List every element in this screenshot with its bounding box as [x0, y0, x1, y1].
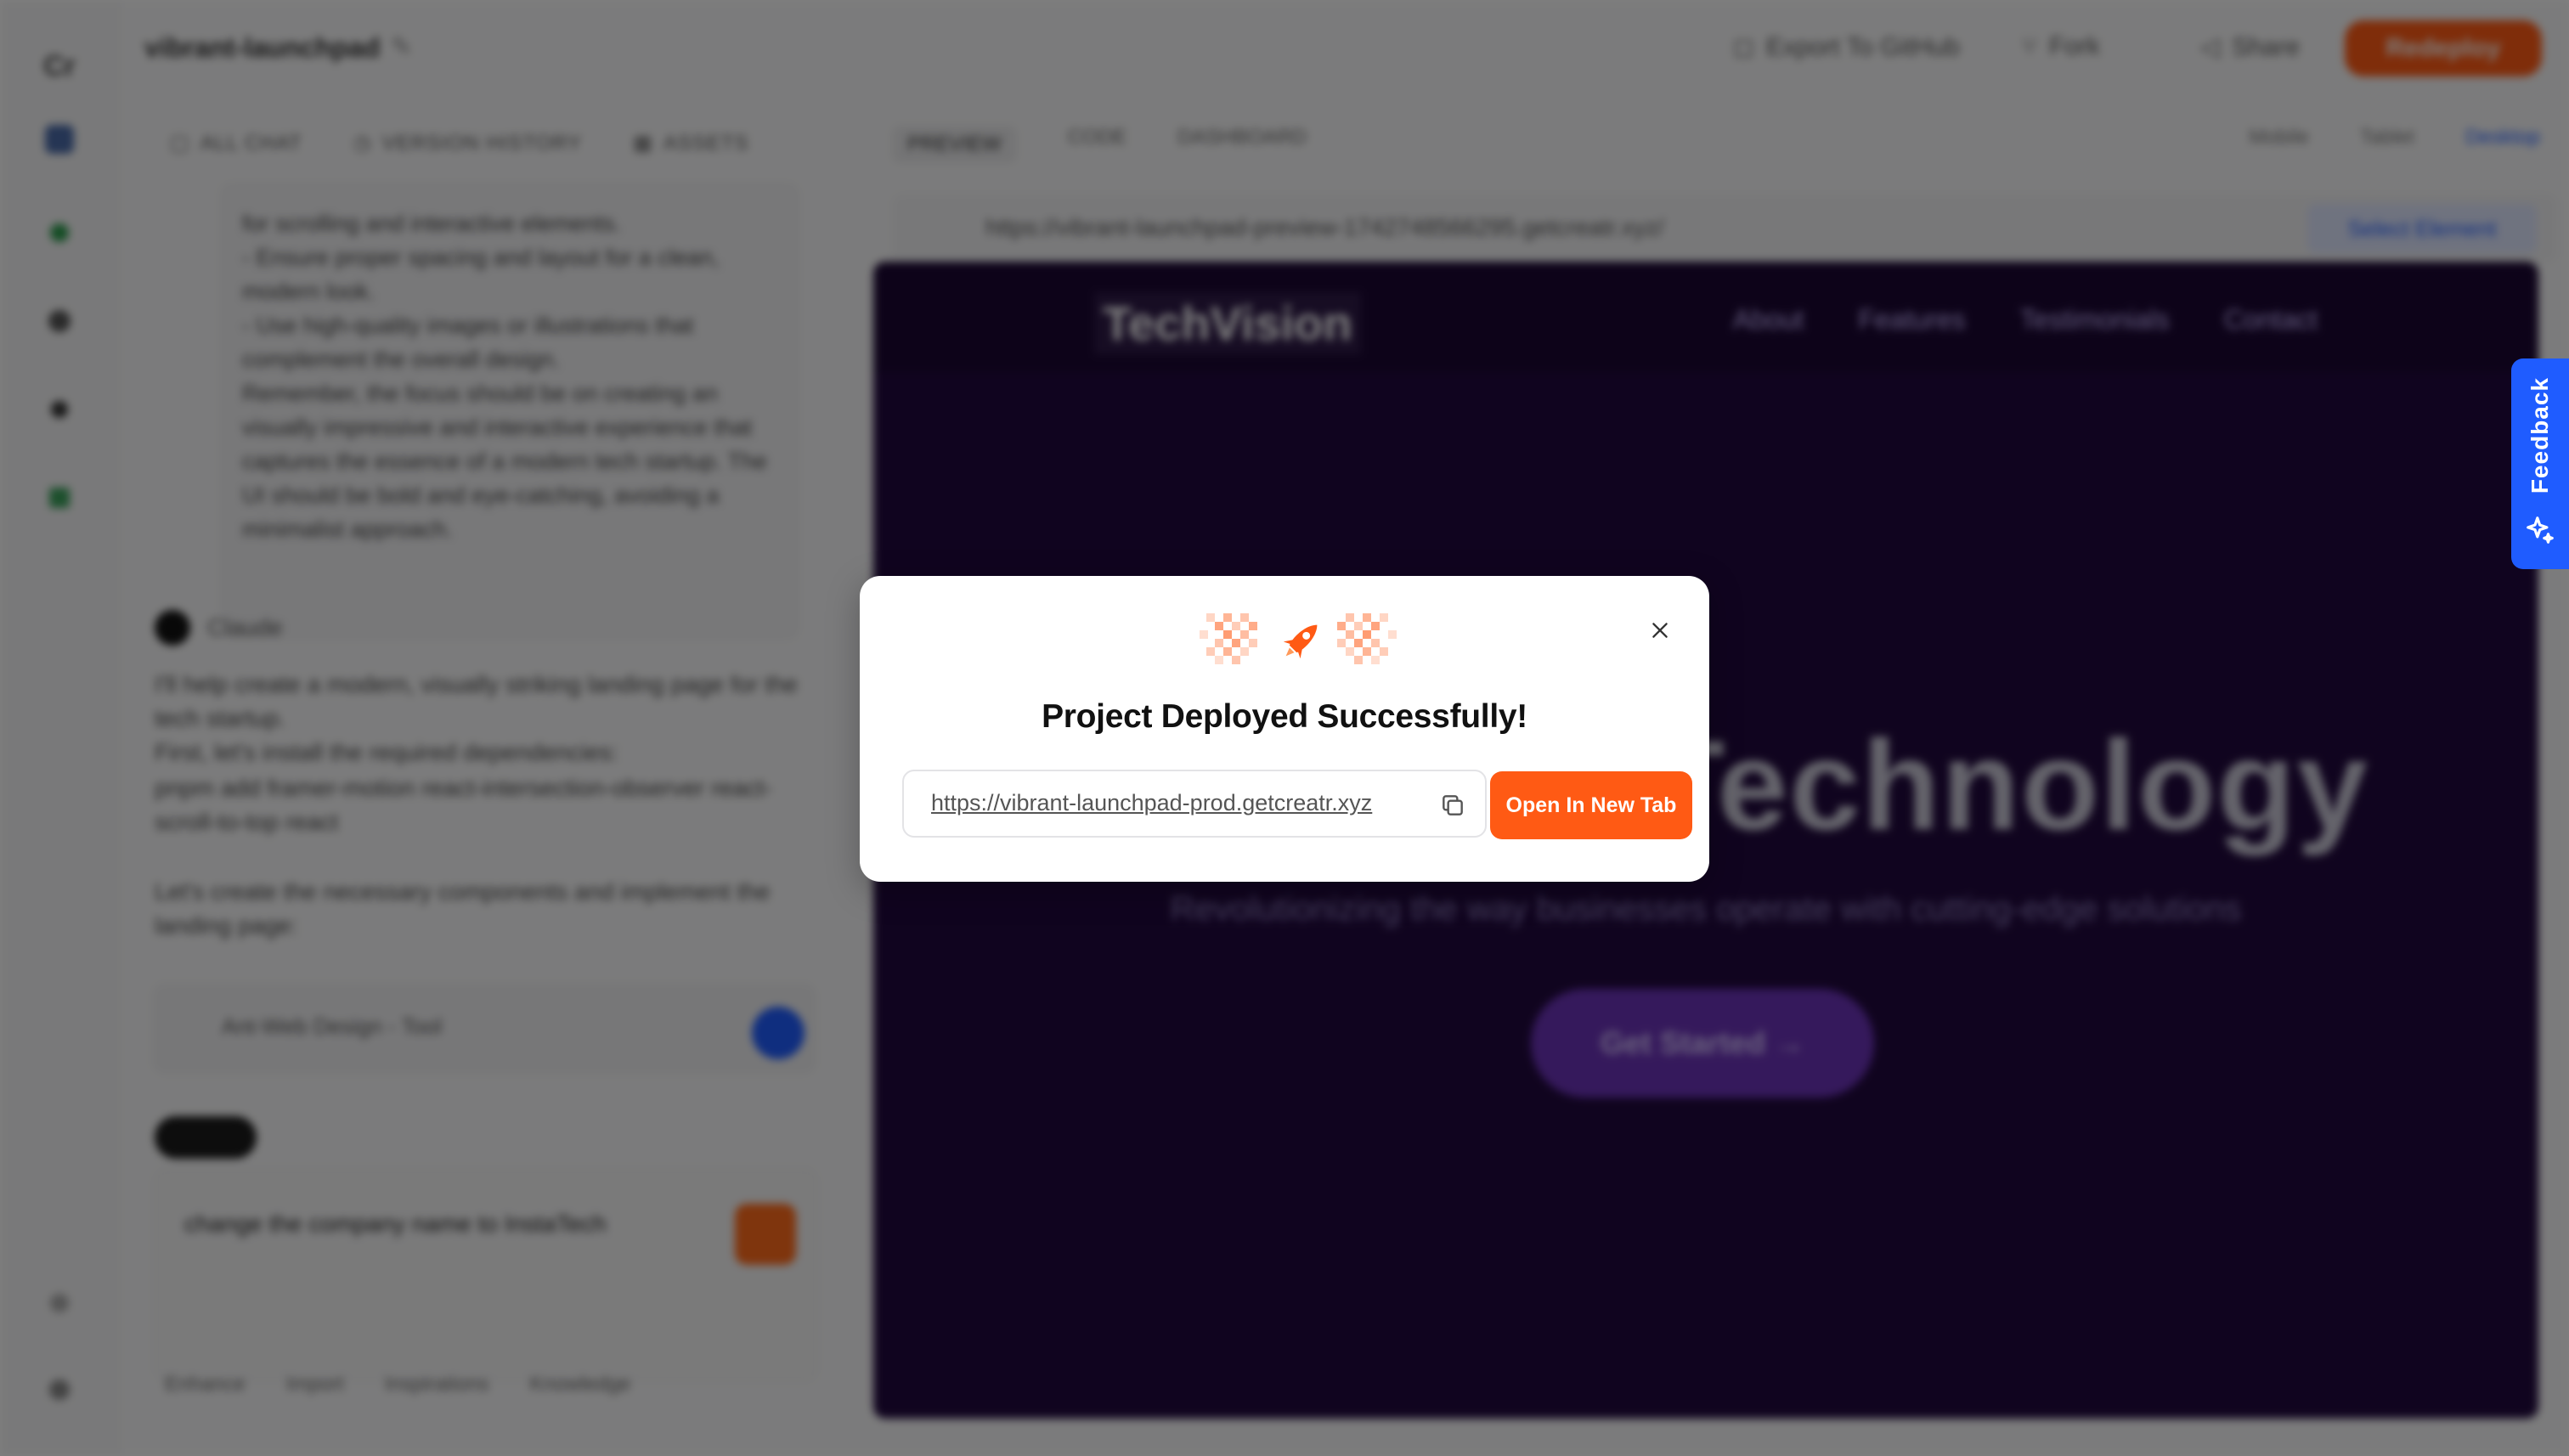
rocket-icon — [1200, 613, 1403, 668]
deployed-url-link[interactable]: https://vibrant-launchpad-prod.getcreatr… — [931, 790, 1407, 816]
sparkle-icon — [2524, 514, 2556, 550]
open-in-new-tab-button[interactable]: Open In New Tab — [1490, 771, 1692, 839]
dialog-title: Project Deployed Successfully! — [1042, 698, 1527, 735]
feedback-label: Feedback — [2527, 376, 2553, 494]
close-icon[interactable] — [1645, 615, 1675, 646]
deploy-success-dialog: Project Deployed Successfully! https://v… — [860, 576, 1709, 882]
feedback-tab[interactable]: Feedback — [2511, 358, 2569, 569]
copy-icon[interactable] — [1436, 788, 1470, 822]
deployed-url-field: https://vibrant-launchpad-prod.getcreatr… — [902, 770, 1487, 838]
